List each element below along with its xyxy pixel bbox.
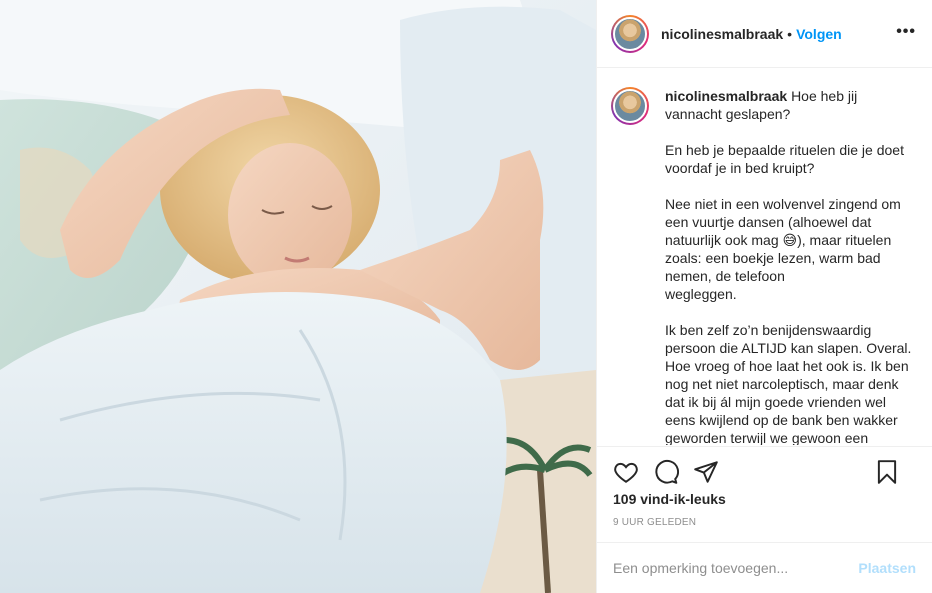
caption-username[interactable]: nicolinesmalbraak bbox=[665, 88, 787, 104]
separator-dot: • bbox=[787, 25, 793, 42]
caption-avatar-image bbox=[613, 89, 647, 123]
follow-button[interactable]: Volgen bbox=[796, 26, 842, 42]
bookmark-icon[interactable] bbox=[874, 459, 900, 485]
caption-row: nicolinesmalbraak Hoe heb jij vannacht g… bbox=[611, 87, 916, 445]
caption-paragraph: En heb je bepaalde rituelen die je doet … bbox=[665, 142, 904, 176]
heart-icon[interactable] bbox=[613, 459, 639, 485]
avatar[interactable] bbox=[611, 14, 649, 53]
caption-section[interactable]: nicolinesmalbraak Hoe heb jij vannacht g… bbox=[597, 69, 932, 445]
post-timestamp[interactable]: 9 UUR GELEDEN bbox=[613, 517, 916, 528]
comment-form: Plaatsen bbox=[597, 542, 932, 593]
avatar-image bbox=[613, 16, 647, 51]
comment-input[interactable] bbox=[613, 560, 859, 576]
caption-avatar[interactable] bbox=[611, 87, 649, 125]
post-photo[interactable] bbox=[0, 0, 596, 593]
caption-paragraph: nicolinesmalbraak Hoe heb jij vannacht g… bbox=[665, 87, 916, 123]
post-actions: 109 vind-ik-leuks 9 UUR GELEDEN bbox=[597, 446, 932, 542]
post-side-panel: nicolinesmalbraak • Volgen ••• nicolines… bbox=[596, 0, 932, 593]
caption-paragraph: Nee niet in een wolvenvel zingend om een… bbox=[665, 196, 901, 302]
action-icons bbox=[613, 447, 916, 497]
caption-text: nicolinesmalbraak Hoe heb jij vannacht g… bbox=[665, 87, 916, 445]
more-options-icon[interactable]: ••• bbox=[896, 24, 916, 40]
share-icon[interactable] bbox=[693, 459, 719, 485]
sleeping-woman-photo bbox=[0, 0, 596, 593]
comment-icon[interactable] bbox=[653, 459, 679, 485]
header-username[interactable]: nicolinesmalbraak bbox=[661, 26, 783, 42]
caption-paragraph: Ik ben zelf zo’n benijdenswaardig persoo… bbox=[665, 322, 912, 445]
post-comment-button[interactable]: Plaatsen bbox=[858, 560, 916, 576]
post-header: nicolinesmalbraak • Volgen ••• bbox=[597, 0, 932, 68]
